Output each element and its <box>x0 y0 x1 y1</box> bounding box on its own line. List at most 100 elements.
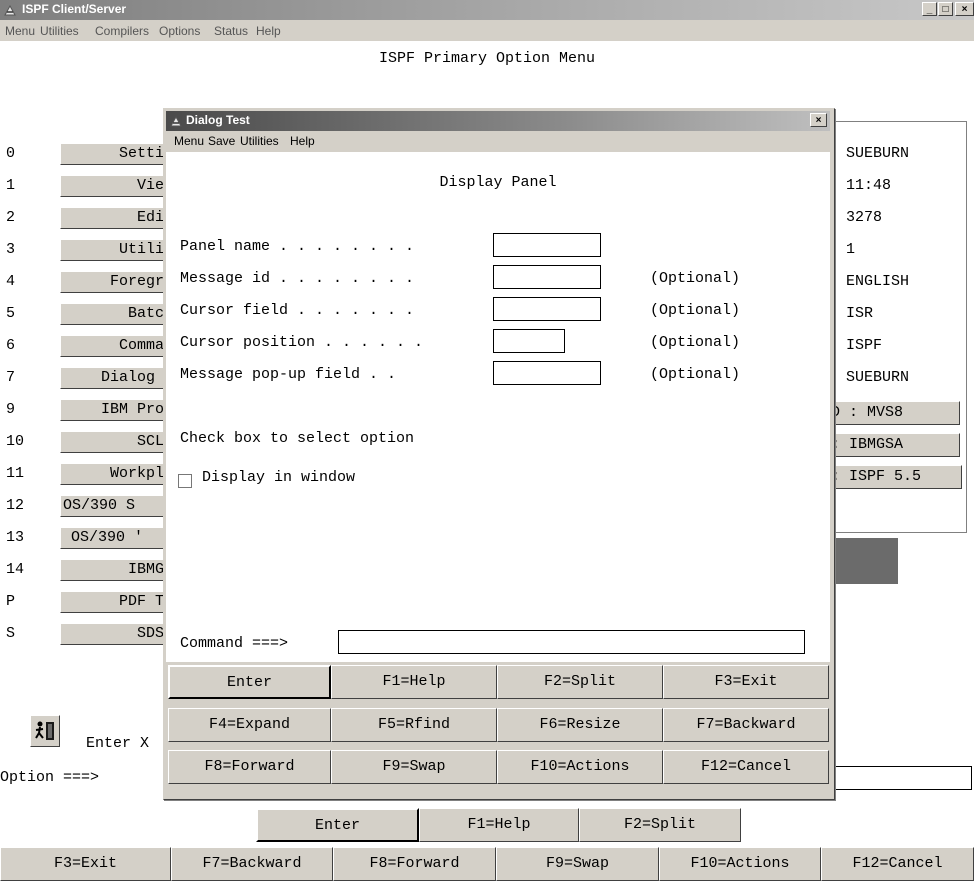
main-menubar: Menu Utilities Compilers Options Status … <box>0 20 974 41</box>
cursor-field-input[interactable] <box>493 297 601 321</box>
main-fkey-f2-split[interactable]: F2=Split <box>579 808 741 842</box>
panel-name-input[interactable] <box>493 233 601 257</box>
option-button-foreground[interactable]: Foregrc <box>60 271 178 293</box>
dialog-fkey-f7-backward[interactable]: F7=Backward <box>663 708 829 742</box>
dialog-menubar: Menu Save Utilities Help <box>166 131 830 151</box>
message-popup-field-label: Message pop-up field . . <box>180 366 397 383</box>
dialog-title-bar[interactable]: Dialog Test × <box>166 111 830 131</box>
option-button-ibmgsa[interactable]: IBMGS <box>60 559 178 581</box>
menu-help[interactable]: Help <box>256 24 281 38</box>
menu-utilities[interactable]: Utilities <box>40 24 79 38</box>
main-fkey-f7-backward[interactable]: F7=Backward <box>171 847 333 881</box>
dialog-fkey-f5-rfind[interactable]: F5=Rfind <box>331 708 497 742</box>
dialog-fkey-f6-resize[interactable]: F6=Resize <box>497 708 663 742</box>
option-number: 11 <box>6 465 25 482</box>
option-button-os390-user[interactable]: OS/390 ' <box>60 527 178 549</box>
option-number: 5 <box>6 305 16 322</box>
option-button-os390-system[interactable]: OS/390 S <box>60 495 178 517</box>
info-button-mvs-acct[interactable]: : IBMGSA <box>826 433 960 457</box>
option-button-pdf-tools[interactable]: PDF To <box>60 591 178 613</box>
menu-compilers[interactable]: Compilers <box>95 24 149 38</box>
option-button-view[interactable]: View <box>60 175 178 197</box>
dialog-fkey-f10-actions[interactable]: F10=Actions <box>497 750 663 784</box>
dialog-body <box>166 152 830 662</box>
dialog-title: Dialog Test <box>186 113 250 127</box>
main-fkey-f3-exit[interactable]: F3=Exit <box>0 847 171 881</box>
cursor-position-input[interactable] <box>493 329 565 353</box>
option-number: 3 <box>6 241 16 258</box>
option-button-sclm[interactable]: SCLI <box>60 431 178 453</box>
dialog-close-button[interactable]: × <box>810 113 827 127</box>
menu-status[interactable]: Status <box>214 24 248 38</box>
dialog-menu-utilities[interactable]: Utilities <box>240 134 279 148</box>
dialog-menu-save[interactable]: Save <box>208 134 235 148</box>
option-button-dialog-test[interactable]: Dialog ' <box>60 367 178 389</box>
main-fkey-f8-forward[interactable]: F8=Forward <box>333 847 496 881</box>
info-time: : 11:48 <box>828 177 892 194</box>
option-number: 0 <box>6 145 16 162</box>
dialog-app-icon <box>170 115 182 127</box>
panel-name-label: Panel name . . . . . . . . <box>180 238 415 255</box>
minimize-button[interactable]: _ <box>922 2 937 16</box>
option-button-command[interactable]: Comma: <box>60 335 178 357</box>
option-number: S <box>6 625 16 642</box>
option-button-utilities[interactable]: Utilit <box>60 239 178 261</box>
dialog-heading: Display Panel <box>439 174 557 191</box>
optional-note: (Optional) <box>650 366 741 383</box>
option-number: 10 <box>6 433 25 450</box>
option-button-workplace[interactable]: Workpl. <box>60 463 178 485</box>
menu-options[interactable]: Options <box>159 24 200 38</box>
info-button-release[interactable]: : ISPF 5.5 <box>826 465 962 489</box>
dialog-fkey-f8-forward[interactable]: F8=Forward <box>168 750 331 784</box>
option-button-edit[interactable]: Edit <box>60 207 178 229</box>
menu-menu[interactable]: Menu <box>5 24 35 38</box>
dialog-fkey-f1-help[interactable]: F1=Help <box>331 665 497 699</box>
message-id-input[interactable] <box>493 265 601 289</box>
info-userid: : SUEBURN <box>828 145 910 162</box>
option-input[interactable] <box>826 766 972 790</box>
info-button-system-id[interactable]: D : MVS8 <box>826 401 960 425</box>
panel-title: ISPF Primary Option Menu <box>378 50 596 67</box>
option-button-batch[interactable]: Batcl <box>60 303 178 325</box>
option-number: 12 <box>6 497 25 514</box>
command-prompt: Command ===> <box>180 635 289 652</box>
command-input[interactable] <box>338 630 805 654</box>
exit-icon[interactable] <box>30 715 60 747</box>
option-button-sdsf[interactable]: SDSF <box>60 623 178 645</box>
main-fkey-enter[interactable]: Enter <box>256 808 419 842</box>
main-fkey-f12-cancel[interactable]: F12=Cancel <box>821 847 974 881</box>
dialog-fkey-f9-swap[interactable]: F9=Swap <box>331 750 497 784</box>
option-button-ibm-products[interactable]: IBM Prod <box>60 399 178 421</box>
maximize-button[interactable]: □ <box>938 2 953 16</box>
main-fkey-f10-actions[interactable]: F10=Actions <box>659 847 821 881</box>
window-title: ISPF Client/Server <box>22 2 127 16</box>
option-button-settings[interactable]: Settir <box>60 143 178 165</box>
optional-note: (Optional) <box>650 302 741 319</box>
graphic-block <box>826 538 898 584</box>
close-button[interactable]: × <box>955 2 974 16</box>
ispf-app-icon <box>4 4 16 16</box>
dialog-fkey-enter[interactable]: Enter <box>168 665 331 699</box>
dialog-fkey-f12-cancel[interactable]: F12=Cancel <box>663 750 829 784</box>
option-number: 9 <box>6 401 16 418</box>
message-popup-field-input[interactable] <box>493 361 601 385</box>
info-tso-prefix: : SUEBURN <box>828 369 910 386</box>
info-language: : ENGLISH <box>828 273 910 290</box>
main-fkey-f1-help[interactable]: F1=Help <box>419 808 579 842</box>
dialog-fkey-f4-expand[interactable]: F4=Expand <box>168 708 331 742</box>
dialog-menu-menu[interactable]: Menu <box>174 134 204 148</box>
cursor-position-label: Cursor position . . . . . . <box>180 334 424 351</box>
checkbox-heading: Check box to select option <box>180 430 415 447</box>
option-number: 13 <box>6 529 25 546</box>
dialog-fkey-f2-split[interactable]: F2=Split <box>497 665 663 699</box>
info-tso-logon: : ISPF <box>828 337 883 354</box>
dialog-menu-help[interactable]: Help <box>290 134 315 148</box>
optional-note: (Optional) <box>650 334 741 351</box>
display-in-window-checkbox[interactable] <box>178 474 192 488</box>
option-number: 1 <box>6 177 16 194</box>
optional-note: (Optional) <box>650 270 741 287</box>
option-number: 6 <box>6 337 16 354</box>
dialog-fkey-f3-exit[interactable]: F3=Exit <box>663 665 829 699</box>
window-title-bar[interactable]: ISPF Client/Server _ □ × <box>0 0 974 20</box>
main-fkey-f9-swap[interactable]: F9=Swap <box>496 847 659 881</box>
